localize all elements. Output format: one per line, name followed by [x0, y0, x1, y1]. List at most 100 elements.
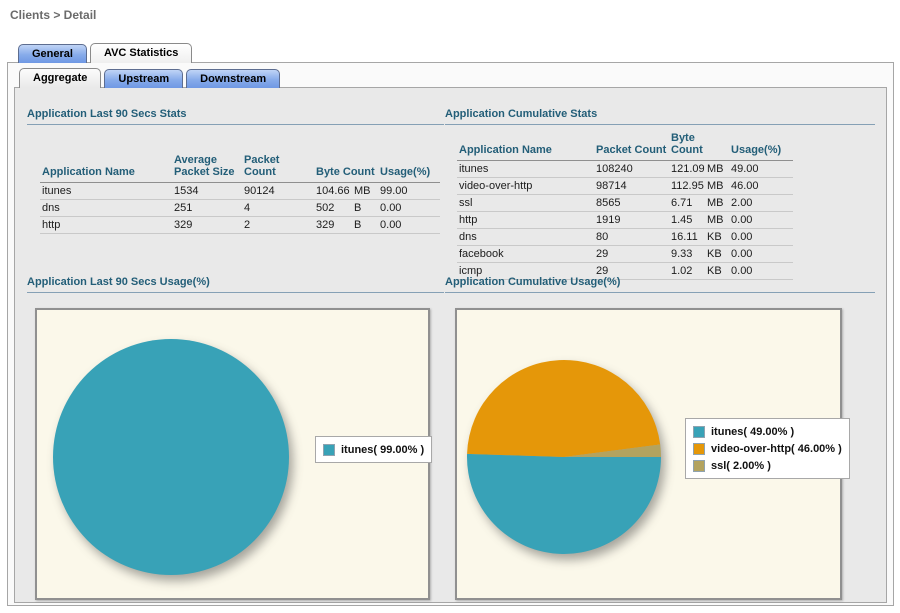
- chart-legend: itunes( 49.00% ) video-over-http( 46.00%…: [685, 418, 850, 479]
- usage-cell: 2.00: [729, 195, 793, 212]
- byte-count-cell: 16.11: [669, 229, 705, 246]
- byte-count-cell: 329: [314, 217, 352, 234]
- col-byte-count: Byte Count: [314, 152, 378, 183]
- table-row: dns 80 16.11 KB 0.00: [457, 229, 793, 246]
- chart-legend: itunes( 99.00% ): [315, 436, 432, 463]
- pie-slice-itunes: [467, 454, 661, 554]
- app-name-cell: facebook: [457, 246, 594, 263]
- avc-statistics-panel: Aggregate Upstream Downstream Applicatio…: [7, 62, 894, 606]
- col-byte-count: Byte Count: [669, 130, 729, 161]
- col-application-name: Application Name: [40, 152, 172, 183]
- usage-cell: 0.00: [729, 212, 793, 229]
- table-row: http 329 2 329 B 0.00: [40, 217, 440, 234]
- usage-cell: 46.00: [729, 178, 793, 195]
- byte-unit-cell: MB: [705, 212, 729, 229]
- legend-item: ssl( 2.00% ): [693, 457, 842, 474]
- col-packet-count: Packet Count: [242, 152, 314, 183]
- app-name-cell: video-over-http: [457, 178, 594, 195]
- byte-unit-cell: B: [352, 200, 378, 217]
- byte-count-cell: 502: [314, 200, 352, 217]
- packet-count-cell: 108240: [594, 161, 669, 178]
- table-header-row: Application Name Packet Count Byte Count…: [457, 130, 793, 161]
- legend-label: video-over-http( 46.00% ): [711, 443, 842, 455]
- app-name-cell: http: [40, 217, 172, 234]
- usage-cell: 49.00: [729, 161, 793, 178]
- legend-color-swatch: [693, 443, 705, 455]
- usage-cell: 0.00: [378, 217, 440, 234]
- app-name-cell: itunes: [40, 183, 172, 200]
- cumulative-usage-title: Application Cumulative Usage(%): [445, 276, 875, 293]
- table-row: itunes 108240 121.09 MB 49.00: [457, 161, 793, 178]
- last90-usage-title: Application Last 90 Secs Usage(%): [27, 276, 444, 293]
- col-packet-count: Packet Count: [594, 130, 669, 161]
- packet-count-cell: 80: [594, 229, 669, 246]
- legend-label: itunes( 49.00% ): [711, 426, 794, 438]
- table-row: http 1919 1.45 MB 0.00: [457, 212, 793, 229]
- legend-color-swatch: [693, 426, 705, 438]
- subtab-upstream[interactable]: Upstream: [104, 69, 183, 88]
- legend-color-swatch: [323, 444, 335, 456]
- aggregate-panel: Application Last 90 Secs Stats Applicati…: [14, 87, 887, 603]
- byte-unit-cell: MB: [705, 178, 729, 195]
- last90-usage-chart-panel: itunes( 99.00% ): [35, 308, 430, 600]
- byte-unit-cell: KB: [705, 246, 729, 263]
- packet-count-cell: 90124: [242, 183, 314, 200]
- legend-color-swatch: [693, 460, 705, 472]
- avg-packet-size-cell: 1534: [172, 183, 242, 200]
- pie-slice-video-over-http: [467, 360, 660, 457]
- packet-count-cell: 2: [242, 217, 314, 234]
- legend-label: ssl( 2.00% ): [711, 460, 771, 472]
- main-tab-bar: General AVC Statistics: [18, 43, 195, 63]
- byte-unit-cell: KB: [705, 229, 729, 246]
- avg-packet-size-cell: 251: [172, 200, 242, 217]
- byte-count-cell: 1.45: [669, 212, 705, 229]
- avg-packet-size-cell: 329: [172, 217, 242, 234]
- col-application-name: Application Name: [457, 130, 594, 161]
- app-name-cell: http: [457, 212, 594, 229]
- byte-count-cell: 121.09: [669, 161, 705, 178]
- app-name-cell: ssl: [457, 195, 594, 212]
- app-name-cell: itunes: [457, 161, 594, 178]
- byte-unit-cell: MB: [352, 183, 378, 200]
- byte-unit-cell: MB: [705, 195, 729, 212]
- subtab-downstream[interactable]: Downstream: [186, 69, 280, 88]
- table-header-row: Application Name Average Packet Size Pac…: [40, 152, 440, 183]
- byte-unit-cell: B: [352, 217, 378, 234]
- byte-count-cell: 104.66: [314, 183, 352, 200]
- last90-stats-table: Application Name Average Packet Size Pac…: [40, 152, 440, 234]
- tab-general[interactable]: General: [18, 44, 87, 63]
- usage-cell: 0.00: [729, 246, 793, 263]
- table-row: video-over-http 98714 112.95 MB 46.00: [457, 178, 793, 195]
- app-name-cell: dns: [457, 229, 594, 246]
- usage-cell: 0.00: [729, 229, 793, 246]
- packet-count-cell: 29: [594, 246, 669, 263]
- col-usage: Usage(%): [729, 130, 793, 161]
- byte-count-cell: 9.33: [669, 246, 705, 263]
- table-row: itunes 1534 90124 104.66 MB 99.00: [40, 183, 440, 200]
- packet-count-cell: 1919: [594, 212, 669, 229]
- cumulative-usage-chart-panel: itunes( 49.00% ) video-over-http( 46.00%…: [455, 308, 842, 600]
- legend-label: itunes( 99.00% ): [341, 444, 424, 456]
- subtab-aggregate[interactable]: Aggregate: [19, 68, 101, 88]
- legend-item: itunes( 49.00% ): [693, 423, 842, 440]
- avc-sub-tab-bar: Aggregate Upstream Downstream: [19, 69, 283, 88]
- app-name-cell: dns: [40, 200, 172, 217]
- col-usage: Usage(%): [378, 152, 440, 183]
- packet-count-cell: 98714: [594, 178, 669, 195]
- table-row: facebook 29 9.33 KB 0.00: [457, 246, 793, 263]
- cumulative-stats-title: Application Cumulative Stats: [445, 108, 875, 125]
- pie-slice-itunes: [53, 339, 289, 575]
- legend-item: itunes( 99.00% ): [323, 441, 424, 458]
- byte-count-cell: 112.95: [669, 178, 705, 195]
- table-row: dns 251 4 502 B 0.00: [40, 200, 440, 217]
- usage-cell: 0.00: [378, 200, 440, 217]
- table-row: ssl 8565 6.71 MB 2.00: [457, 195, 793, 212]
- byte-unit-cell: MB: [705, 161, 729, 178]
- packet-count-cell: 4: [242, 200, 314, 217]
- tab-avc-statistics[interactable]: AVC Statistics: [90, 43, 192, 63]
- byte-count-cell: 6.71: [669, 195, 705, 212]
- legend-item: video-over-http( 46.00% ): [693, 440, 842, 457]
- last90-stats-title: Application Last 90 Secs Stats: [27, 108, 444, 125]
- col-average-packet-size: Average Packet Size: [172, 152, 242, 183]
- cumulative-stats-table: Application Name Packet Count Byte Count…: [457, 130, 793, 280]
